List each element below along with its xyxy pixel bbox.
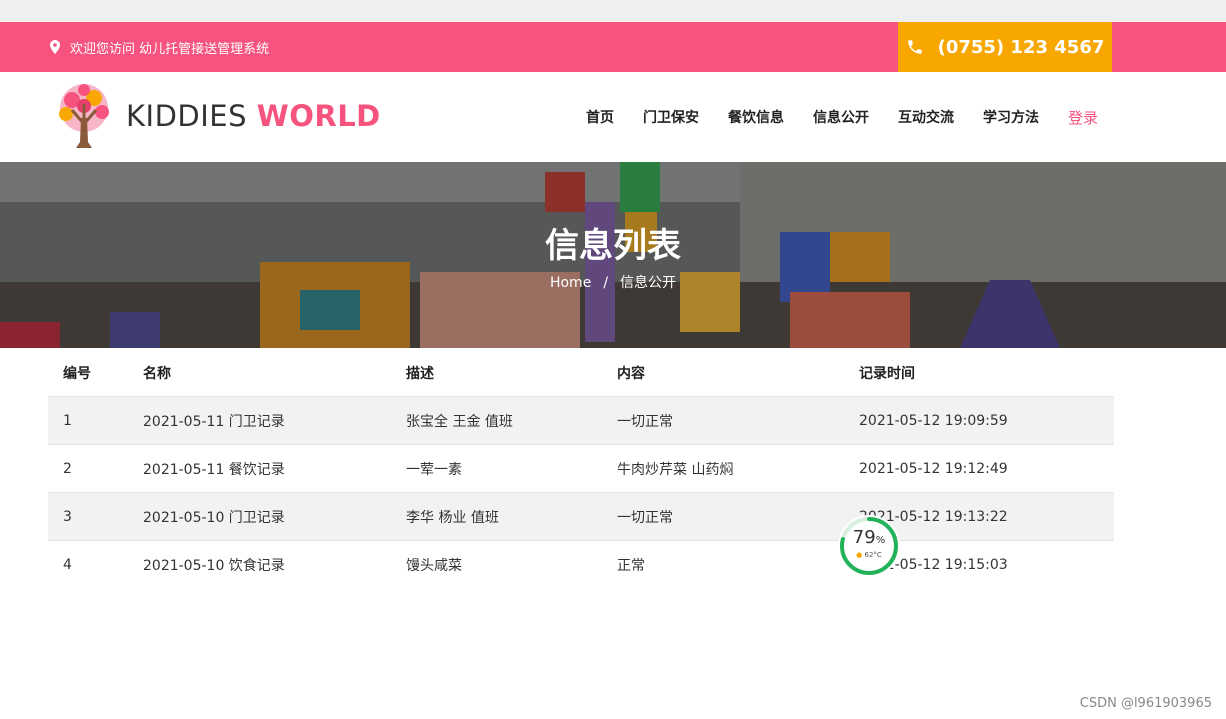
cell-content: 牛肉炒芹菜 山药焖	[617, 461, 734, 478]
breadcrumb-current: 信息公开	[620, 275, 677, 291]
info-table: 编号 名称 描述 内容 记录时间 1 2021-05-11 门卫记录 张宝全 王…	[48, 349, 1114, 588]
column-header-content: 内容	[617, 365, 645, 382]
system-monitor-widget[interactable]: 79% ● 62°C	[838, 515, 900, 577]
temperature-readout: ● 62°C	[838, 551, 900, 559]
column-header-description: 描述	[406, 365, 434, 382]
table-row[interactable]: 2 2021-05-11 餐饮记录 一荤一素 牛肉炒芹菜 山药焖 2021-05…	[48, 444, 1114, 493]
logo-word-world: WORLD	[256, 99, 381, 133]
login-link[interactable]: 登录	[1068, 107, 1098, 128]
cell-name: 2021-05-11 门卫记录	[143, 413, 285, 430]
breadcrumb: Home / 信息公开	[0, 272, 1226, 292]
cell-name: 2021-05-10 饮食记录	[143, 557, 285, 574]
cell-name: 2021-05-10 门卫记录	[143, 509, 285, 526]
cell-description: 馒头咸菜	[406, 557, 462, 574]
welcome-message: 欢迎您访问 幼儿托管接送管理系统	[50, 22, 269, 72]
usage-percent-value: 79	[852, 527, 876, 548]
nav-item-security[interactable]: 门卫保安	[643, 107, 699, 127]
cell-content: 一切正常	[617, 413, 673, 430]
thermometer-icon: ●	[856, 551, 863, 559]
table-row[interactable]: 1 2021-05-11 门卫记录 张宝全 王金 值班 一切正常 2021-05…	[48, 396, 1114, 445]
info-table-wrapper: 编号 名称 描述 内容 记录时间 1 2021-05-11 门卫记录 张宝全 王…	[48, 349, 1114, 588]
cell-id: 3	[63, 508, 72, 525]
phone-icon	[907, 40, 922, 54]
location-pin-icon	[50, 40, 60, 54]
breadcrumb-separator: /	[603, 275, 609, 291]
nav-item-home[interactable]: 首页	[586, 107, 614, 127]
nav-item-interaction[interactable]: 互动交流	[898, 107, 954, 127]
temperature-value: 62°C	[864, 551, 882, 559]
cell-content: 一切正常	[617, 509, 673, 526]
tree-logo-icon	[59, 84, 109, 148]
logo-text: KIDDIES WORLD	[126, 99, 381, 133]
cell-name: 2021-05-11 餐饮记录	[143, 461, 285, 478]
cell-record-time: 2021-05-12 19:12:49	[859, 460, 1008, 477]
cell-content: 正常	[617, 557, 645, 574]
table-header-row: 编号 名称 描述 内容 记录时间	[48, 349, 1114, 397]
cell-description: 张宝全 王金 值班	[406, 413, 513, 430]
browser-top-strip	[0, 0, 1226, 22]
cell-id: 4	[63, 556, 72, 573]
table-row[interactable]: 4 2021-05-10 饮食记录 馒头咸菜 正常 2021-05-12 19:…	[48, 540, 1114, 589]
phone-number: (0755) 123 4567	[937, 36, 1105, 58]
column-header-id: 编号	[63, 365, 91, 382]
cell-id: 2	[63, 460, 72, 477]
table-row[interactable]: 3 2021-05-10 门卫记录 李华 杨业 值班 一切正常 2021-05-…	[48, 492, 1114, 541]
usage-percent-unit: %	[875, 535, 886, 546]
csdn-watermark: CSDN @l961903965	[1079, 696, 1212, 711]
cell-record-time: 2021-05-12 19:09:59	[859, 412, 1008, 429]
site-header: KIDDIES WORLD 首页 门卫保安 餐饮信息 信息公开 互动交流 学习方…	[0, 72, 1226, 162]
column-header-record-time: 记录时间	[859, 365, 915, 382]
hero-banner: 信息列表 Home / 信息公开	[0, 162, 1226, 348]
breadcrumb-home[interactable]: Home	[550, 275, 591, 291]
logo-word-kiddies: KIDDIES	[126, 99, 257, 133]
page-title: 信息列表	[545, 226, 681, 266]
main-nav: 首页 门卫保安 餐饮信息 信息公开 互动交流 学习方法 登录	[557, 72, 1098, 162]
welcome-text: 欢迎您访问 幼儿托管接送管理系统	[70, 41, 270, 57]
top-info-bar: 欢迎您访问 幼儿托管接送管理系统 (0755) 123 4567	[0, 22, 1226, 72]
usage-percent: 79%	[838, 527, 900, 548]
nav-item-public-info[interactable]: 信息公开	[813, 107, 869, 127]
phone-box[interactable]: (0755) 123 4567	[898, 22, 1112, 72]
cell-description: 李华 杨业 值班	[406, 509, 499, 526]
nav-item-learning[interactable]: 学习方法	[983, 107, 1039, 127]
nav-item-catering[interactable]: 餐饮信息	[728, 107, 784, 127]
cell-id: 1	[63, 412, 72, 429]
column-header-name: 名称	[143, 365, 171, 382]
site-logo[interactable]: KIDDIES WORLD	[50, 80, 381, 152]
cell-description: 一荤一素	[406, 461, 462, 478]
